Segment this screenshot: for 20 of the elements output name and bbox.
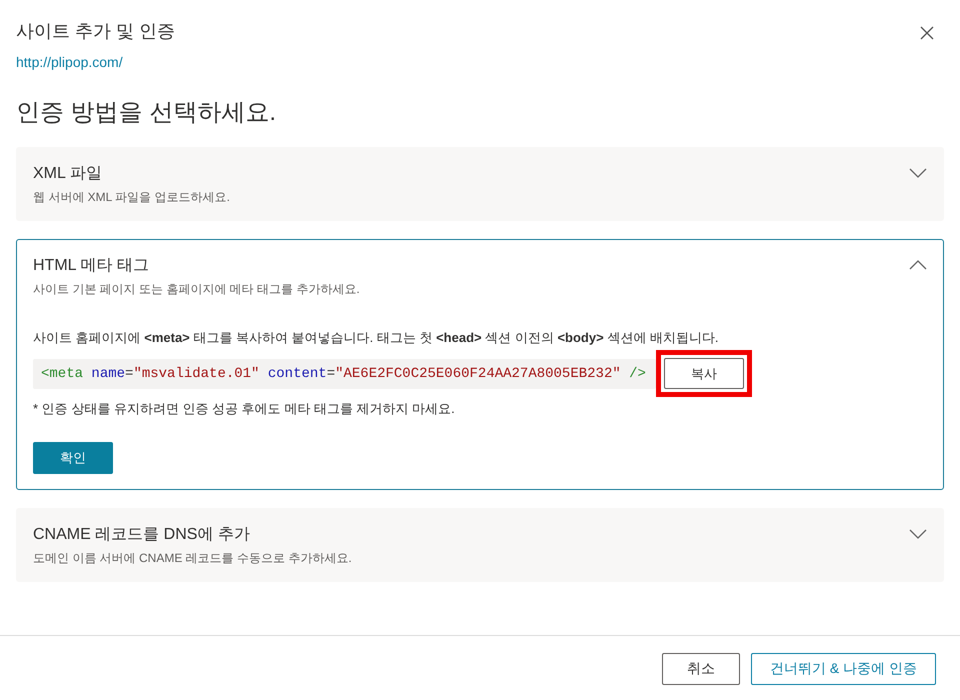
chevron-down-icon[interactable] [909, 168, 927, 178]
instruction-text: 사이트 홈페이지에 <meta> 태그를 복사하여 붙여넣습니다. 태그는 첫 <head> 섹션 이전의 <body> 섹션에 배치됩니다. [33, 329, 720, 347]
method-description: 사이트 기본 페이지 또는 홈페이지에 메타 태그를 추가하세요. [33, 281, 360, 297]
note-text: * 인증 상태를 유지하려면 인증 성공 후에도 메타 태그를 제거하지 마세요. [33, 400, 456, 418]
dialog-title: 사이트 추가 및 인증 [16, 20, 176, 43]
chevron-down-icon[interactable] [909, 529, 927, 539]
close-icon[interactable] [920, 26, 934, 40]
method-title[interactable]: CNAME 레코드를 DNS에 추가 [33, 524, 250, 546]
site-url-link[interactable]: http://plipop.com/ [16, 53, 123, 71]
skip-button[interactable]: 건너뛰기 & 나중에 인증 [750, 653, 936, 685]
code-snippet: <meta name="msvalidate.01" content="AE6E2FC0C25E060F24AA27A8005EB232" /> [33, 358, 656, 388]
method-title[interactable]: XML 파일 [33, 163, 102, 185]
section-heading: 인증 방법을 선택하세요. [16, 98, 278, 128]
method-description: 도메인 이름 서버에 CNAME 레코드를 수동으로 추가하세요. [33, 550, 352, 566]
confirm-button[interactable]: 확인 [33, 442, 113, 474]
chevron-up-icon[interactable] [909, 260, 927, 270]
cancel-button[interactable]: 취소 [662, 653, 740, 685]
copy-button[interactable]: 복사 [664, 358, 744, 389]
method-title[interactable]: HTML 메타 태그 [33, 255, 149, 277]
method-description: 웹 서버에 XML 파일을 업로드하세요. [33, 189, 230, 205]
